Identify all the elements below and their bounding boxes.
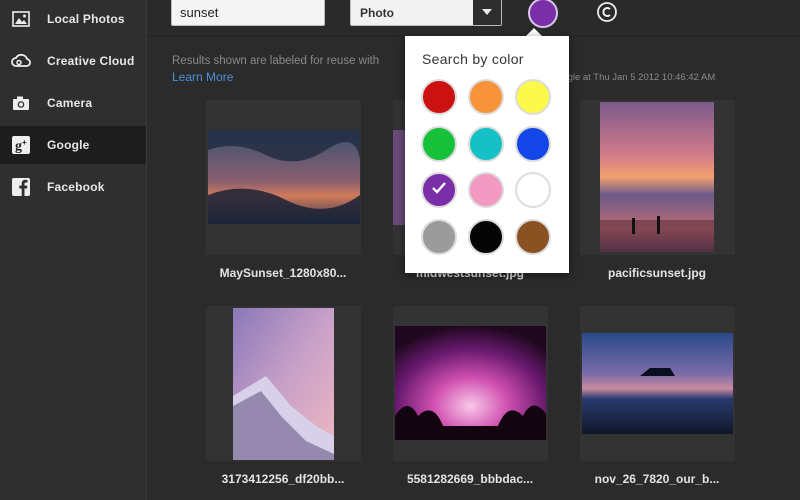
color-filter-button[interactable] bbox=[524, 0, 562, 30]
thumbnail-caption: 5581282669_bbbdac... bbox=[406, 472, 534, 486]
color-swatch-purple[interactable] bbox=[421, 172, 457, 208]
color-picker-popover: Search by color bbox=[405, 36, 569, 273]
chevron-down-icon[interactable] bbox=[473, 0, 501, 25]
color-swatch-brown[interactable] bbox=[515, 219, 551, 255]
thumbnail-caption: MaySunset_1280x80... bbox=[219, 266, 347, 280]
popover-title: Search by color bbox=[422, 51, 524, 67]
selected-color-swatch bbox=[528, 0, 558, 28]
thumbnail[interactable] bbox=[580, 306, 735, 461]
photo-snowy-mountain bbox=[233, 308, 334, 460]
color-swatch-yellow[interactable] bbox=[515, 79, 551, 115]
thumbnail-caption: nov_26_7820_our_b... bbox=[594, 472, 720, 486]
sidebar-item-label: Creative Cloud bbox=[47, 54, 135, 68]
type-select[interactable]: Photo bbox=[350, 0, 502, 26]
thumbnail[interactable] bbox=[393, 306, 548, 461]
sidebar-item-local-photos[interactable]: Local Photos bbox=[0, 0, 146, 38]
type-select-value: Photo bbox=[360, 6, 394, 20]
sidebar: Local Photos Creative Cloud Camera g + Go… bbox=[0, 0, 147, 500]
thumbnail[interactable] bbox=[206, 306, 361, 461]
search-input[interactable] bbox=[171, 0, 325, 26]
sidebar-item-creative-cloud[interactable]: Creative Cloud bbox=[0, 42, 146, 80]
color-swatch-red[interactable] bbox=[421, 79, 457, 115]
color-swatch-pink[interactable] bbox=[468, 172, 504, 208]
svg-text:g: g bbox=[15, 139, 22, 154]
camera-icon bbox=[11, 93, 31, 113]
color-swatch-gray[interactable] bbox=[421, 219, 457, 255]
color-swatch-teal[interactable] bbox=[468, 126, 504, 162]
color-swatch-blue[interactable] bbox=[515, 126, 551, 162]
color-swatch-orange[interactable] bbox=[468, 79, 504, 115]
sidebar-item-google[interactable]: g + Google bbox=[0, 126, 146, 164]
sidebar-item-label: Google bbox=[47, 138, 90, 152]
photo-beach-dusk bbox=[582, 333, 733, 434]
learn-more-link[interactable]: Learn More bbox=[172, 70, 233, 84]
color-swatch-white[interactable] bbox=[515, 172, 551, 208]
photo-purple-horizon bbox=[395, 326, 546, 440]
sidebar-item-label: Facebook bbox=[47, 180, 105, 194]
color-swatch-black[interactable] bbox=[468, 219, 504, 255]
thumbnail-caption: pacificsunset.jpg bbox=[607, 266, 707, 280]
facebook-icon bbox=[11, 177, 31, 197]
reuse-notice: Results shown are labeled for reuse with bbox=[172, 55, 380, 67]
sidebar-item-label: Local Photos bbox=[47, 12, 125, 26]
creative-cloud-icon bbox=[11, 51, 31, 71]
toolbar: Photo bbox=[147, 0, 800, 37]
photo-pacific-sunset bbox=[600, 102, 714, 252]
sidebar-item-facebook[interactable]: Facebook bbox=[0, 168, 146, 206]
thumbnail[interactable] bbox=[580, 100, 735, 255]
sidebar-item-label: Camera bbox=[47, 96, 93, 110]
copyright-icon[interactable] bbox=[595, 0, 619, 24]
svg-text:+: + bbox=[22, 138, 27, 147]
thumbnail-caption: 3173412256_df20bb... bbox=[221, 472, 345, 486]
google-icon: g + bbox=[11, 135, 31, 155]
photo-clouds-sunset bbox=[208, 130, 360, 224]
search-meta: oogle at Thu Jan 5 2012 10:46:42 AM bbox=[557, 72, 716, 83]
color-swatch-green[interactable] bbox=[421, 126, 457, 162]
image-icon bbox=[11, 9, 31, 29]
checkmark-icon bbox=[432, 181, 446, 199]
sidebar-item-camera[interactable]: Camera bbox=[0, 84, 146, 122]
thumbnail[interactable] bbox=[206, 100, 361, 255]
